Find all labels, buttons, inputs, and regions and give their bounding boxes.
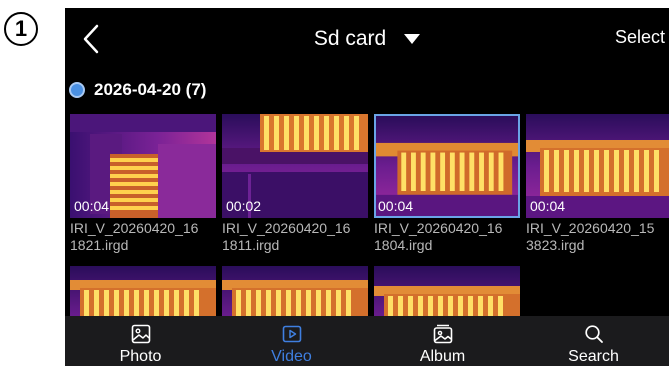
nav-tab-photo[interactable]: Photo — [65, 316, 216, 366]
chevron-left-icon — [83, 24, 99, 54]
step-number-badge: 1 — [4, 12, 38, 46]
nav-tab-search[interactable]: Search — [518, 316, 669, 366]
nav-tab-album[interactable]: Album — [367, 316, 518, 366]
video-duration: 00:04 — [530, 198, 566, 214]
video-filename: IRI_V_20260420_16 1821.irgd — [70, 220, 199, 253]
caret-down-icon — [404, 34, 421, 44]
video-duration: 00:04 — [378, 198, 414, 214]
video-thumbnail[interactable]: 00:04 — [526, 114, 669, 218]
video-thumbnail[interactable]: 00:04 — [374, 114, 520, 218]
video-filename: IRI_V_20260420_15 3823.irgd — [526, 220, 655, 253]
video-duration: 00:02 — [226, 198, 262, 214]
select-button[interactable]: Select — [615, 27, 665, 48]
nav-label-album: Album — [419, 348, 466, 365]
video-thumbnail[interactable]: 00:04 — [70, 114, 216, 218]
bottom-navigation: Photo Video Album Search — [65, 316, 669, 366]
group-select-radio[interactable] — [69, 82, 85, 98]
nav-label-video: Video — [271, 348, 312, 365]
video-filename: IRI_V_20260420_16 1804.irgd — [374, 220, 503, 253]
back-button[interactable] — [77, 22, 107, 56]
nav-tab-video[interactable]: Video — [216, 316, 367, 366]
date-group-label: 2026-04-20 (7) — [94, 80, 207, 99]
page-title: Sd card — [313, 27, 387, 50]
header-bar: Sd card Select — [65, 8, 669, 70]
photo-icon — [131, 324, 150, 344]
video-thumbnail[interactable]: 00:02 — [222, 114, 368, 218]
storage-selector[interactable]: Sd card — [313, 27, 421, 51]
search-icon — [584, 325, 603, 343]
video-filename: IRI_V_20260420_16 1811.irgd — [222, 220, 351, 253]
video-duration: 00:04 — [74, 198, 110, 214]
video-icon — [282, 325, 301, 343]
nav-label-search: Search — [568, 348, 619, 365]
date-group-header: 2026-04-20 (7) — [69, 80, 206, 100]
album-icon — [433, 324, 452, 344]
nav-label-photo: Photo — [119, 348, 162, 365]
phone-screen: Sd card Select 2026-04-20 (7) 00:04 00:0… — [65, 8, 669, 366]
